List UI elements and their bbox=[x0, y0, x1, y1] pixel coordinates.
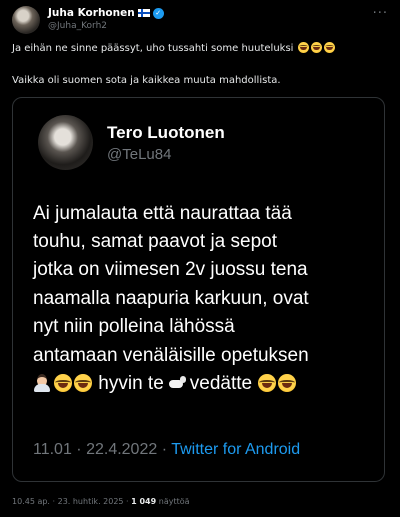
quoted-tweet-meta: 11.01 · 22.4.2022 · Twitter for Android bbox=[33, 441, 300, 459]
tweet-text-line-1: Ja eihän ne sinne päässyt, uho tussahti … bbox=[12, 42, 336, 55]
author-name-row[interactable]: Juha Korhonen ✓ bbox=[48, 7, 164, 19]
quoted-author-avatar bbox=[38, 115, 93, 170]
verified-badge-icon: ✓ bbox=[152, 7, 164, 19]
quoted-tweet-card[interactable]: Tero Luotonen @TeLu84 Ai jumalauta että … bbox=[12, 97, 385, 482]
face-with-tears-of-joy-icon bbox=[258, 374, 277, 392]
tweet: Juha Korhonen ✓ @Juha_Korh2 ··· Ja eihän… bbox=[0, 0, 400, 517]
quoted-text-line: antamaan venäläisille opetuksen bbox=[33, 345, 309, 366]
quoted-timestamp: 11.01 · 22.4.2022 · bbox=[33, 441, 172, 458]
tweet-header: Juha Korhonen ✓ @Juha_Korh2 ··· bbox=[12, 6, 388, 36]
tweet-footer: 10.45 ap. · 23. huhtik. 2025 · 1 049 näy… bbox=[12, 497, 190, 506]
tweet-timestamp[interactable]: 10.45 ap. · 23. huhtik. 2025 · bbox=[12, 497, 131, 506]
quoted-text-part: vedätte bbox=[189, 373, 253, 394]
face-with-tears-of-joy-icon bbox=[54, 374, 72, 392]
face-with-tears-of-joy-icon bbox=[323, 42, 335, 53]
quoted-author-name: Tero Luotonen bbox=[107, 123, 225, 142]
face-with-tears-of-joy-icon bbox=[278, 374, 297, 392]
author-name[interactable]: Juha Korhonen bbox=[48, 7, 135, 19]
quoted-author-handle: @TeLu84 bbox=[107, 146, 172, 163]
author-avatar[interactable] bbox=[12, 6, 40, 34]
face-with-tears-of-joy-icon bbox=[297, 42, 309, 53]
quoted-text-line: naamalla naapuria karkuun, ovat bbox=[33, 288, 309, 309]
more-options-icon[interactable]: ··· bbox=[373, 6, 388, 21]
quoted-text-line: nyt niin polleina lähössä bbox=[33, 316, 235, 337]
views-label: näyttöä bbox=[156, 497, 190, 506]
finland-flag-icon bbox=[137, 9, 150, 17]
quoted-text-last-line: hyvin te vedätte bbox=[33, 372, 297, 396]
quoted-text-line: touhu, samat paavot ja sepot bbox=[33, 231, 277, 252]
face-with-tears-of-joy-icon bbox=[310, 42, 322, 53]
author-handle[interactable]: @Juha_Korh2 bbox=[48, 21, 107, 31]
views-count: 1 049 bbox=[131, 497, 157, 506]
quoted-text-part: hyvin te bbox=[98, 373, 164, 394]
quoted-text-line: jotka on viimesen 2v juossu tena bbox=[33, 259, 308, 280]
man-facepalming-icon bbox=[33, 374, 51, 392]
quoted-source-link[interactable]: Twitter for Android bbox=[171, 441, 300, 458]
face-with-tears-of-joy-icon bbox=[74, 374, 92, 392]
tweet-text-line-2: Vaikka oli suomen sota ja kaikkea muuta … bbox=[12, 75, 281, 86]
tweet-text-1: Ja eihän ne sinne päässyt, uho tussahti … bbox=[12, 43, 294, 54]
goat-icon bbox=[167, 375, 187, 391]
quoted-text-line: Ai jumalauta että naurattaa tää bbox=[33, 203, 292, 224]
